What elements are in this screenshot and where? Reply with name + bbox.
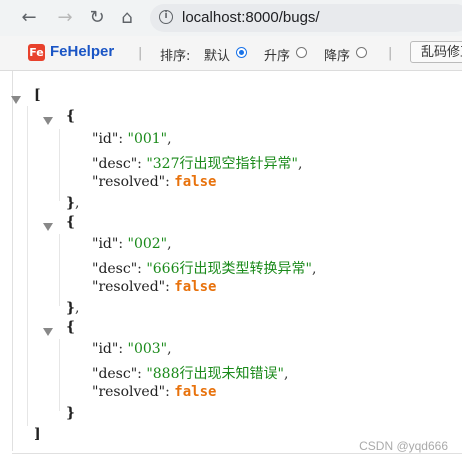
address-bar[interactable]: i localhost:8000/bugs/: [150, 4, 462, 32]
object-open-1: {: [66, 108, 76, 124]
json-row: "resolved": false: [92, 279, 217, 295]
json-row: "id": "002",: [92, 236, 172, 252]
sort-desc-label[interactable]: 降序: [324, 45, 350, 64]
url-text[interactable]: localhost:8000/bugs/: [182, 9, 320, 26]
json-row: "desc": "888行出现未知错误",: [92, 366, 289, 382]
json-row: "resolved": false: [92, 384, 217, 400]
object-close-1: },: [66, 195, 80, 211]
collapse-triangle-icon[interactable]: [43, 117, 53, 125]
object-guide-line-3: [59, 339, 60, 411]
panel-bottom-border: [12, 453, 462, 454]
open-bracket: [: [34, 87, 41, 103]
close-bracket: ]: [34, 426, 41, 442]
json-row: "desc": "327行出现空指针异常",: [92, 156, 303, 172]
array-close-line: ]: [34, 426, 41, 442]
home-icon[interactable]: ⌂: [116, 6, 138, 28]
sort-desc-radio[interactable]: [356, 47, 367, 58]
array-guide-line: [27, 106, 28, 426]
object-open-2: {: [66, 214, 76, 230]
sort-default-label[interactable]: 默认: [204, 45, 230, 64]
sort-asc-label[interactable]: 升序: [264, 45, 290, 64]
json-row: "id": "003",: [92, 341, 172, 357]
sort-label: 排序:: [160, 49, 191, 64]
sort-default-radio[interactable]: [236, 47, 247, 58]
object-guide-line-2: [59, 234, 60, 306]
toolbar-divider: |: [138, 46, 143, 61]
fehelper-title: FeHelper: [50, 43, 115, 60]
object-close-3: }: [66, 405, 76, 421]
json-row: "id": "001",: [92, 131, 172, 147]
toolbar-divider-2: |: [388, 46, 393, 61]
fix-encoding-button[interactable]: 乱码修正: [410, 41, 462, 63]
collapse-triangle-icon[interactable]: [43, 328, 53, 336]
json-row: "desc": "666行出现类型转换异常",: [92, 261, 317, 277]
fehelper-logo-icon: Fe: [28, 44, 45, 61]
fehelper-toolbar: Fe FeHelper | 排序: 默认 升序 降序 | 乱码修正: [0, 36, 462, 71]
arrow-left-icon[interactable]: ←: [18, 6, 40, 28]
object-close-2: },: [66, 300, 80, 316]
json-viewer: [ { "id": "001", "desc": "327行出现空指针异常", …: [0, 71, 462, 461]
panel-left-border: [12, 71, 13, 451]
watermark: CSDN @yqd666: [359, 439, 448, 453]
collapse-triangle-icon[interactable]: [43, 223, 53, 231]
json-row: "resolved": false: [92, 174, 217, 190]
arrow-right-icon[interactable]: →: [54, 6, 76, 28]
sort-asc-radio[interactable]: [296, 47, 307, 58]
collapse-triangle-icon[interactable]: [11, 96, 21, 104]
info-icon[interactable]: i: [159, 10, 173, 24]
array-open-line: [: [34, 87, 41, 103]
object-open-3: {: [66, 319, 76, 335]
browser-toolbar: ← → ↻ ⌂ i localhost:8000/bugs/: [0, 0, 462, 36]
reload-icon[interactable]: ↻: [86, 6, 108, 28]
object-guide-line-1: [59, 129, 60, 201]
